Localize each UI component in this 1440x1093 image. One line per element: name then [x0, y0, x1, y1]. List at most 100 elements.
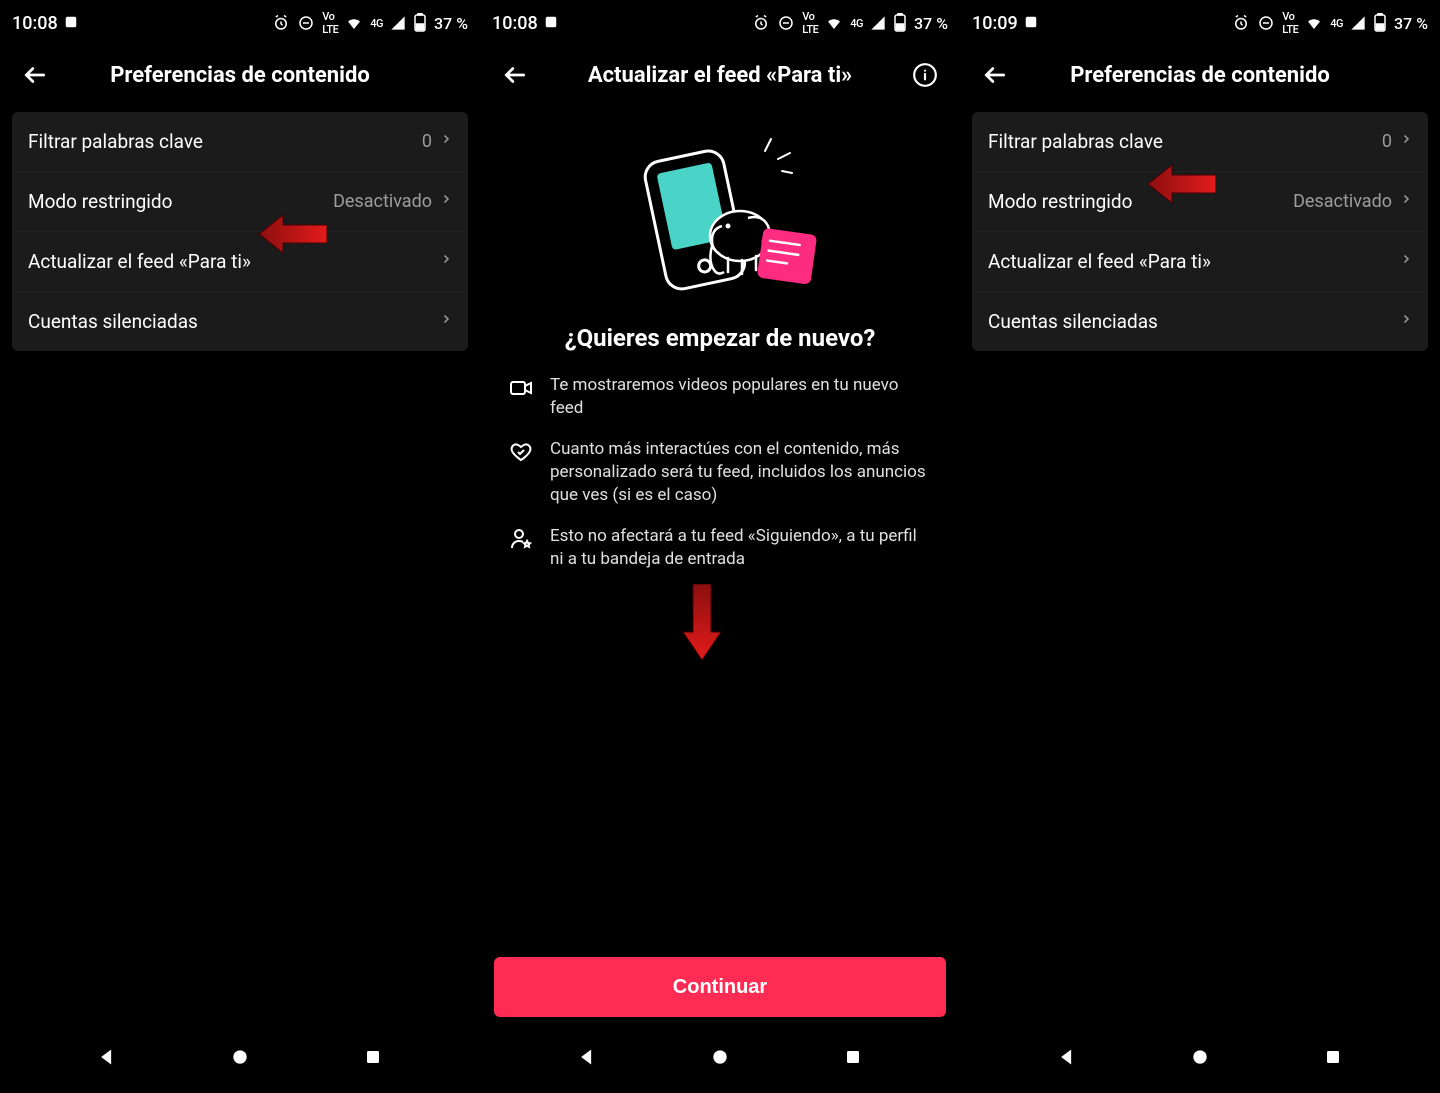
back-button[interactable] [978, 58, 1012, 92]
status-bar: 10:09 VoLTE 4G 37 % [960, 0, 1440, 46]
annotation-arrow-down [680, 584, 724, 662]
row-value: Desactivado [333, 191, 432, 212]
chevron-right-icon [440, 130, 452, 153]
row-value: 0 [422, 131, 432, 152]
chevron-right-icon [1400, 310, 1412, 333]
battery-percent: 37 % [434, 14, 468, 33]
signal-icon [1350, 15, 1366, 31]
alarm-icon [752, 14, 770, 32]
row-value: 0 [1382, 131, 1392, 152]
signal-icon [870, 15, 886, 31]
chevron-right-icon [440, 310, 452, 333]
screen-1: 10:08 VoLTE 4G 37 % Preferencias de cont… [0, 0, 480, 1093]
chevron-right-icon [1400, 130, 1412, 153]
row-refresh-feed[interactable]: Actualizar el feed «Para ti» [12, 231, 468, 291]
nav-home-icon[interactable] [1180, 1047, 1220, 1067]
nav-back-icon[interactable] [567, 1047, 607, 1067]
page-title: Preferencias de contenido [52, 63, 428, 88]
status-time: 10:08 [492, 13, 538, 34]
annotation-arrow [257, 212, 327, 256]
row-label: Filtrar palabras clave [28, 130, 422, 153]
info-button[interactable] [908, 58, 942, 92]
wifi-icon [825, 14, 843, 32]
volte-label: VoLTE [1282, 10, 1298, 36]
battery-percent: 37 % [914, 14, 948, 33]
status-bar: 10:08 VoLTE 4G 37 % [0, 0, 480, 46]
chevron-right-icon [1400, 250, 1412, 273]
heart-check-icon [508, 438, 534, 507]
wifi-icon [345, 14, 363, 32]
refresh-bullets: Te mostraremos videos populares en tu nu… [508, 374, 932, 589]
video-icon [508, 374, 534, 420]
row-label: Filtrar palabras clave [988, 130, 1382, 153]
dnd-icon [297, 14, 315, 32]
row-label: Cuentas silenciadas [28, 310, 440, 333]
row-label: Modo restringido [988, 190, 1293, 213]
dnd-icon [1257, 14, 1275, 32]
battery-percent: 37 % [1394, 14, 1428, 33]
nav-back-icon[interactable] [1047, 1047, 1087, 1067]
bullet-text: Esto no afectará a tu feed «Siguiendo», … [550, 525, 932, 571]
chevron-right-icon [440, 190, 452, 213]
continue-button[interactable]: Continuar [494, 957, 946, 1017]
row-refresh-feed[interactable]: Actualizar el feed «Para ti» [972, 231, 1428, 291]
battery-icon [893, 13, 907, 33]
settings-list: Filtrar palabras clave 0 Modo restringid… [972, 112, 1428, 351]
android-nav-bar [960, 1029, 1440, 1093]
screen-3: 10:09 VoLTE 4G 37 % Preferencias de cont… [960, 0, 1440, 1093]
illustration-icon [610, 126, 830, 306]
nav-recent-icon[interactable] [833, 1048, 873, 1066]
android-nav-bar [480, 1029, 960, 1093]
annotation-arrow [1146, 162, 1216, 206]
row-muted-accounts[interactable]: Cuentas silenciadas [12, 291, 468, 351]
row-value: Desactivado [1293, 191, 1392, 212]
chevron-right-icon [1400, 190, 1412, 213]
android-nav-bar [0, 1029, 480, 1093]
bullet-videos: Te mostraremos videos populares en tu nu… [508, 374, 932, 420]
network-label: 4G [850, 17, 863, 30]
person-star-icon [508, 525, 534, 571]
nav-back-icon[interactable] [87, 1047, 127, 1067]
signal-icon [390, 15, 406, 31]
network-label: 4G [370, 17, 383, 30]
row-label: Modo restringido [28, 190, 333, 213]
bullet-personalize: Cuanto más interactúes con el contenido,… [508, 438, 932, 507]
wifi-icon [1305, 14, 1323, 32]
screen-2: 10:08 VoLTE 4G 37 % Actualizar el feed «… [480, 0, 960, 1093]
status-time: 10:08 [12, 13, 58, 34]
row-label: Cuentas silenciadas [988, 310, 1400, 333]
page-header: Preferencias de contenido [960, 46, 1440, 104]
row-filter-keywords[interactable]: Filtrar palabras clave 0 [12, 112, 468, 171]
bullet-text: Te mostraremos videos populares en tu nu… [550, 374, 932, 420]
back-button[interactable] [498, 58, 532, 92]
back-button[interactable] [18, 58, 52, 92]
nav-recent-icon[interactable] [353, 1048, 393, 1066]
row-label: Actualizar el feed «Para ti» [988, 250, 1400, 273]
unknown-status-icon [64, 13, 78, 34]
battery-icon [413, 13, 427, 33]
battery-icon [1373, 13, 1387, 33]
network-label: 4G [1330, 17, 1343, 30]
page-title: Preferencias de contenido [1012, 63, 1388, 88]
nav-home-icon[interactable] [220, 1047, 260, 1067]
page-header: Actualizar el feed «Para ti» [480, 46, 960, 104]
row-restricted-mode[interactable]: Modo restringido Desactivado [12, 171, 468, 231]
chevron-right-icon [440, 250, 452, 273]
volte-label: VoLTE [802, 10, 818, 36]
status-bar: 10:08 VoLTE 4G 37 % [480, 0, 960, 46]
settings-list: Filtrar palabras clave 0 Modo restringid… [12, 112, 468, 351]
status-time: 10:09 [972, 13, 1018, 34]
refresh-feed-content: ¿Quieres empezar de nuevo? Te mostraremo… [480, 104, 960, 1029]
nav-recent-icon[interactable] [1313, 1048, 1353, 1066]
unknown-status-icon [544, 13, 558, 34]
unknown-status-icon [1024, 13, 1038, 34]
page-header: Preferencias de contenido [0, 46, 480, 104]
continue-label: Continuar [673, 976, 767, 999]
row-muted-accounts[interactable]: Cuentas silenciadas [972, 291, 1428, 351]
volte-label: VoLTE [322, 10, 338, 36]
refresh-heading: ¿Quieres empezar de nuevo? [565, 324, 876, 352]
nav-home-icon[interactable] [700, 1047, 740, 1067]
dnd-icon [777, 14, 795, 32]
row-label: Actualizar el feed «Para ti» [28, 250, 440, 273]
bullet-no-affect: Esto no afectará a tu feed «Siguiendo», … [508, 525, 932, 571]
